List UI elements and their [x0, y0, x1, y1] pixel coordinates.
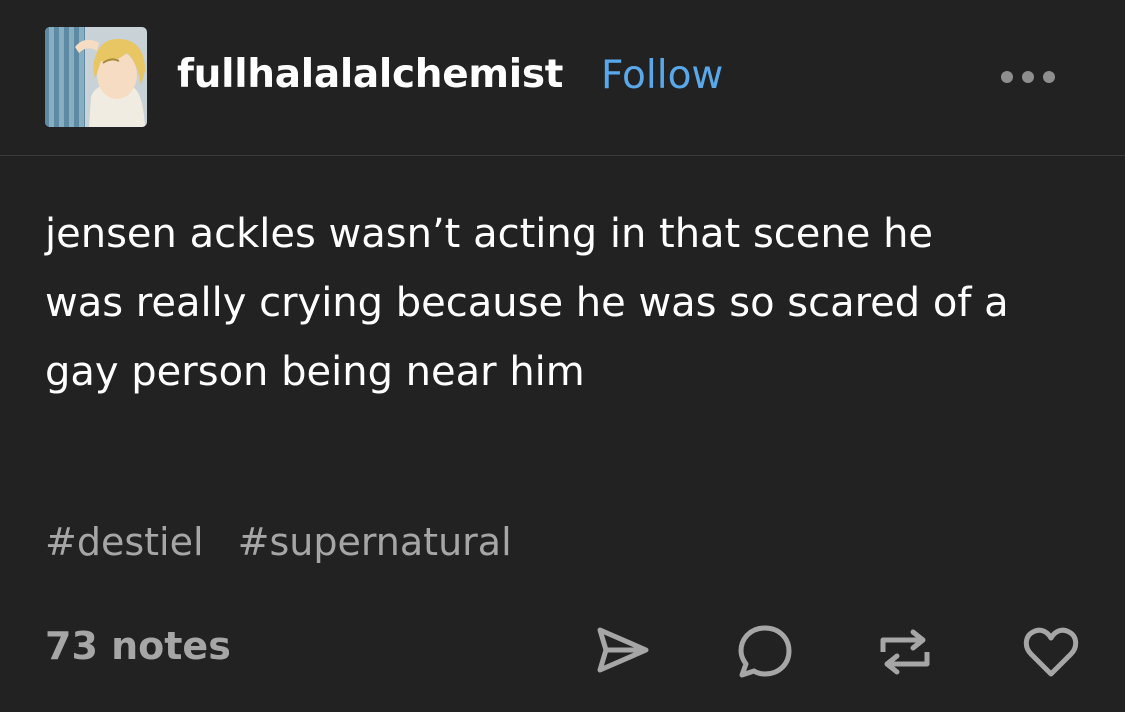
reply-icon[interactable] — [735, 622, 795, 682]
post-body-line: jensen ackles wasn’t acting in that scen… — [45, 211, 934, 257]
more-options-icon[interactable] — [998, 62, 1058, 92]
post-body-line: gay person being near him — [45, 349, 585, 395]
reblog-icon[interactable] — [875, 622, 935, 682]
post-header: fullhalalalchemist Follow — [0, 0, 1125, 156]
post-body-line: was really crying because he was so scar… — [45, 280, 1009, 326]
avatar[interactable] — [45, 27, 147, 127]
notes-count[interactable]: 73 notes — [45, 624, 231, 668]
avatar-image — [45, 27, 147, 127]
share-icon[interactable] — [592, 622, 652, 682]
username[interactable]: fullhalalalchemist — [177, 52, 563, 97]
tag-supernatural[interactable]: #supernatural — [238, 520, 512, 564]
follow-button[interactable]: Follow — [601, 53, 723, 98]
post-body: jensen ackles wasn’t acting in that scen… — [45, 200, 1085, 407]
tumblr-post: fullhalalalchemist Follow jensen ackles … — [0, 0, 1125, 712]
tag-destiel[interactable]: #destiel — [45, 520, 204, 564]
heart-icon[interactable] — [1021, 622, 1081, 682]
post-tags: #destiel #supernatural — [45, 520, 534, 564]
